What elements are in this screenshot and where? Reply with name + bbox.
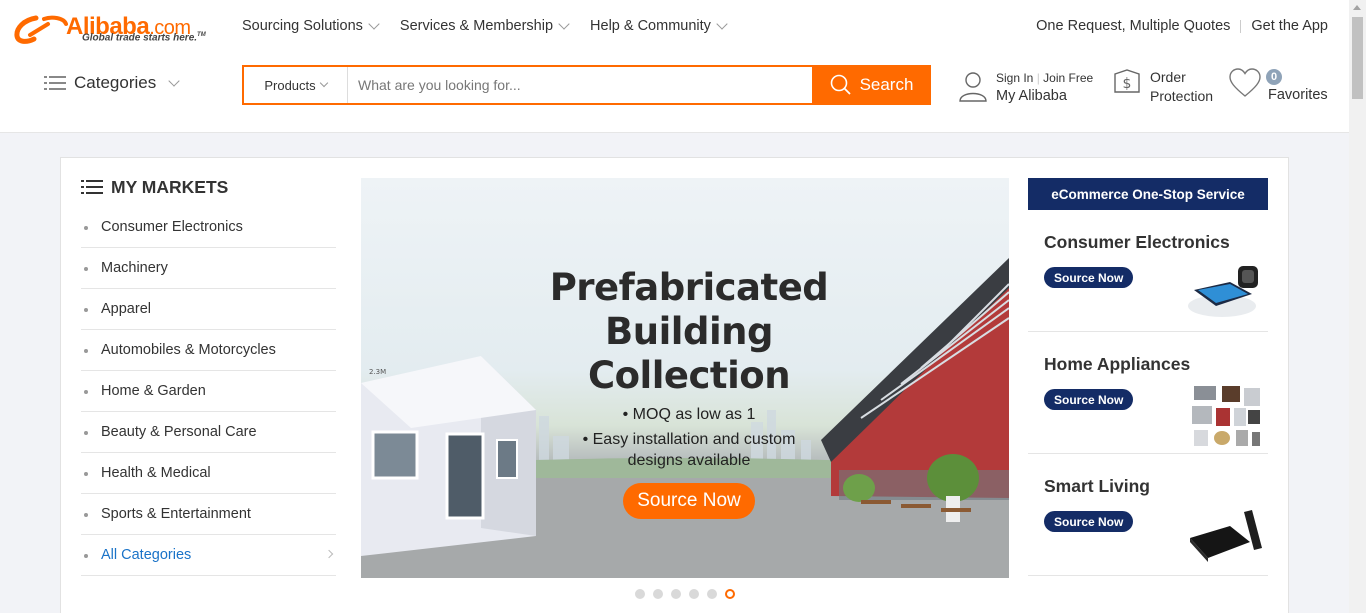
page-scrollbar[interactable] xyxy=(1349,0,1366,613)
banner-title-line2: Building Collection xyxy=(587,310,791,397)
market-item-beauty-personal-care[interactable]: Beauty & Personal Care xyxy=(81,412,336,453)
order-protection-text: Order Protection xyxy=(1150,69,1214,104)
carousel-dot[interactable] xyxy=(635,589,645,599)
list-icon xyxy=(81,179,103,195)
source-now-button[interactable]: Source Now xyxy=(1044,389,1134,410)
site-header: Alibaba.com Global trade starts here.TM … xyxy=(0,0,1349,133)
my-markets-title: MY MARKETS xyxy=(81,176,336,198)
chevron-down-icon xyxy=(368,17,380,30)
card-title: Consumer Electronics xyxy=(1044,232,1230,252)
order-protection-link[interactable]: $ Order Protection xyxy=(1112,68,1213,106)
alibaba-logo[interactable]: Alibaba.com Global trade starts here.TM xyxy=(14,12,214,48)
scrollbar-thumb[interactable] xyxy=(1352,17,1363,99)
ecommerce-card-consumer-electronics[interactable]: Consumer Electronics Source Now xyxy=(1028,210,1268,332)
svg-text:$: $ xyxy=(1123,76,1132,92)
banner-bullet-designs: designs available xyxy=(627,452,751,469)
search-button[interactable]: Search xyxy=(812,65,931,105)
tv-box-thumbnail xyxy=(1190,510,1262,562)
search-bar: Products Search xyxy=(242,65,931,105)
carousel-dot[interactable] xyxy=(707,589,717,599)
ecommerce-card-home-appliances[interactable]: Home Appliances Source Now xyxy=(1028,332,1268,454)
categories-dropdown[interactable]: Categories xyxy=(44,73,180,93)
carousel-dot-active[interactable] xyxy=(725,589,735,599)
market-item-machinery[interactable]: Machinery xyxy=(81,248,336,289)
chevron-down-icon xyxy=(319,78,328,88)
phone-charger-thumbnail xyxy=(1188,266,1258,317)
top-navigation: Sourcing Solutions Services & Membership… xyxy=(242,17,728,34)
shield-dollar-icon: $ xyxy=(1114,69,1140,93)
my-alibaba-link[interactable]: My Alibaba xyxy=(996,86,1093,106)
carousel-dot[interactable] xyxy=(689,589,699,599)
sign-in-link[interactable]: Sign In xyxy=(996,71,1033,85)
market-item-apparel[interactable]: Apparel xyxy=(81,289,336,330)
alibaba-logo-mark-icon xyxy=(14,15,68,44)
card-title: Smart Living xyxy=(1044,476,1150,496)
search-input[interactable] xyxy=(348,67,812,103)
account-text: Sign In | Join Free My Alibaba xyxy=(996,71,1094,106)
get-app-link[interactable]: Get the App xyxy=(1251,18,1328,34)
search-icon xyxy=(830,74,851,95)
banner-content: Prefabricated Building Collection • MOQ … xyxy=(509,266,869,519)
market-item-home-garden[interactable]: Home & Garden xyxy=(81,371,336,412)
account-menu[interactable]: Sign In | Join Free My Alibaba xyxy=(958,70,1093,106)
chevron-down-icon xyxy=(558,17,570,30)
my-markets: MY MARKETS Consumer Electronics Machiner… xyxy=(81,176,336,576)
favorites-link[interactable]: 0 Favorites xyxy=(1228,68,1328,103)
banner-title-line1: Prefabricated xyxy=(549,266,829,309)
card-title: Home Appliances xyxy=(1044,354,1191,374)
chevron-down-icon xyxy=(716,17,728,30)
categories-label: Categories xyxy=(74,73,157,92)
nav-services-membership[interactable]: Services & Membership xyxy=(400,17,570,34)
home-main-panel: MY MARKETS Consumer Electronics Machiner… xyxy=(60,157,1289,613)
ecommerce-card-smart-living[interactable]: Smart Living Source Now xyxy=(1028,454,1268,576)
nav-sourcing-solutions[interactable]: Sourcing Solutions xyxy=(242,17,380,34)
hero-banner[interactable]: 2.3M Prefabricated Building Collection •… xyxy=(361,178,1009,578)
source-now-button[interactable]: Source Now xyxy=(1044,511,1134,532)
market-item-sports-entertainment[interactable]: Sports & Entertainment xyxy=(81,494,336,535)
carousel-dot[interactable] xyxy=(653,589,663,599)
search-scope-select[interactable]: Products xyxy=(244,67,348,103)
favorites-count-badge: 0 xyxy=(1266,69,1282,85)
join-free-link[interactable]: Join Free xyxy=(1043,71,1093,85)
appliances-thumbnail xyxy=(1192,386,1260,446)
banner-bullet-installation: • Easy installation and custom xyxy=(582,431,796,448)
banner-source-now-button[interactable]: Source Now xyxy=(623,483,755,519)
chevron-down-icon xyxy=(168,74,180,87)
nav-help-community[interactable]: Help & Community xyxy=(590,17,728,34)
ecommerce-service: eCommerce One-Stop Service Consumer Elec… xyxy=(1028,178,1268,576)
multiple-quotes-link[interactable]: One Request, Multiple Quotes xyxy=(1036,18,1230,34)
all-categories-link[interactable]: All Categories xyxy=(81,535,336,576)
source-now-button[interactable]: Source Now xyxy=(1044,267,1134,288)
market-item-automobiles-motorcycles[interactable]: Automobiles & Motorcycles xyxy=(81,330,336,371)
market-list: Consumer Electronics Machinery Apparel A… xyxy=(81,207,336,576)
market-item-consumer-electronics[interactable]: Consumer Electronics xyxy=(81,207,336,248)
menu-icon xyxy=(44,75,66,91)
top-links: One Request, Multiple Quotes Get the App xyxy=(1036,18,1328,34)
banner-sign-text: 2.3M xyxy=(369,368,386,376)
logo-tagline: Global trade starts here.TM xyxy=(82,32,206,44)
market-item-health-medical[interactable]: Health & Medical xyxy=(81,453,336,494)
carousel-dot[interactable] xyxy=(671,589,681,599)
ecommerce-heading: eCommerce One-Stop Service xyxy=(1028,178,1268,210)
chevron-right-icon xyxy=(324,549,334,559)
heart-icon xyxy=(1229,68,1261,97)
divider xyxy=(1240,19,1242,33)
scroll-up-icon[interactable] xyxy=(1353,5,1361,10)
banner-bullet-moq: • MOQ as low as 1 xyxy=(622,406,756,423)
user-icon xyxy=(959,72,987,102)
carousel-dots xyxy=(635,589,735,599)
